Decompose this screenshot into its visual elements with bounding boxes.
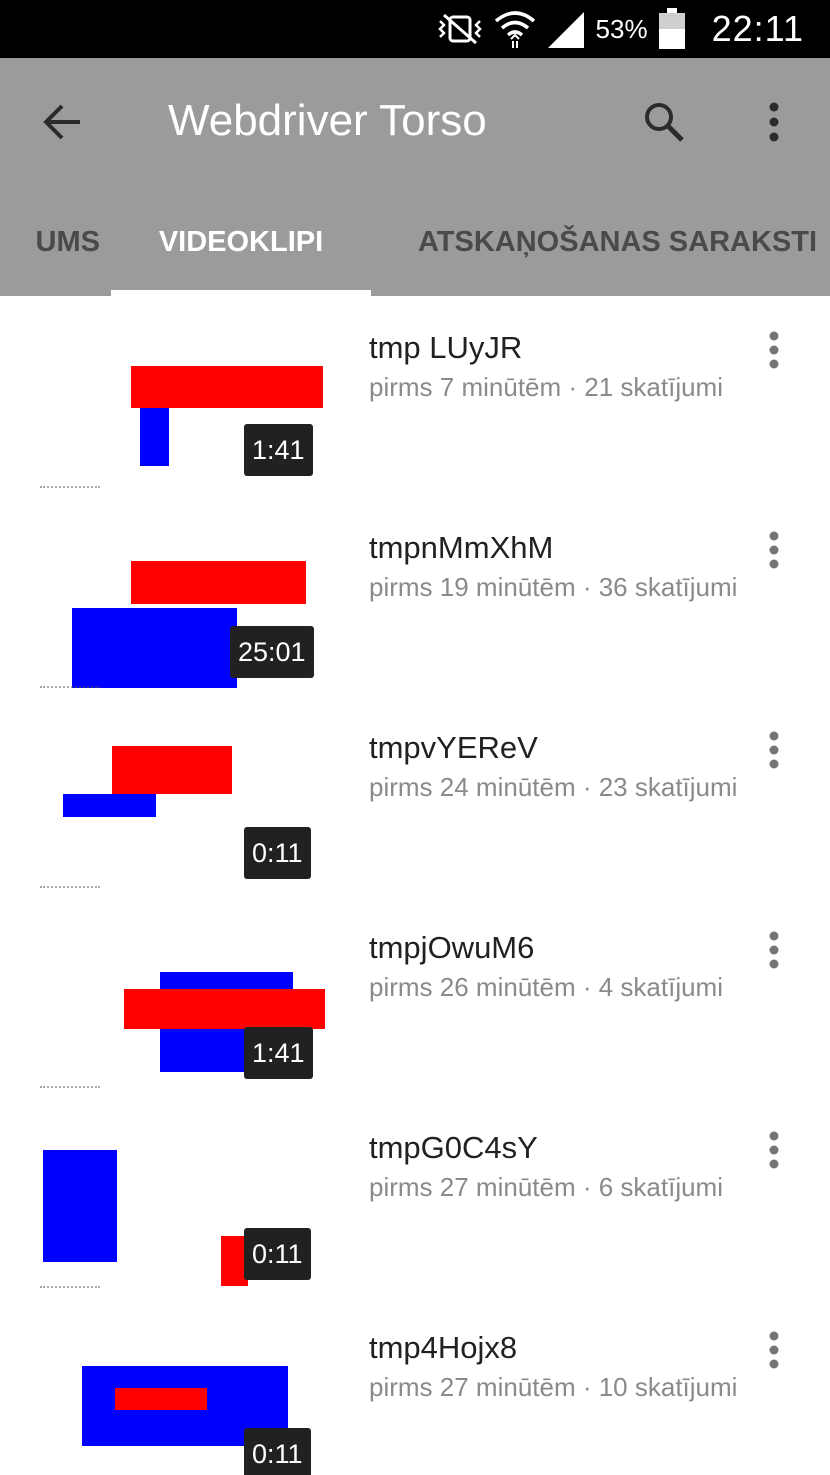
video-menu-button[interactable] xyxy=(754,1330,794,1374)
page-title: Webdriver Torso xyxy=(168,96,487,145)
video-title[interactable]: tmp4Hojx8 xyxy=(369,1330,517,1366)
thumb-caption xyxy=(40,886,100,890)
status-time: 22:11 xyxy=(711,8,804,49)
duration-badge: 0:11 xyxy=(244,1428,311,1475)
video-thumbnail[interactable]: 1:41 xyxy=(0,326,332,496)
thumb-red-rect xyxy=(124,989,325,1029)
thumb-blue-rect xyxy=(43,1150,117,1262)
app-bar: Webdriver Torso xyxy=(0,58,830,188)
video-item[interactable]: 25:01 tmpnMmXhM pirms 19 minūtēm · 36 sk… xyxy=(0,496,830,696)
tab-albums[interactable]: UMS xyxy=(0,188,100,296)
more-vert-icon xyxy=(769,731,779,774)
more-vert-icon xyxy=(769,931,779,974)
back-arrow-icon xyxy=(40,102,84,147)
video-title[interactable]: tmp LUyJR xyxy=(369,330,522,366)
tab-videos[interactable]: VIDEOKLIPI xyxy=(111,188,371,296)
video-meta: pirms 27 minūtēm · 6 skatījumi xyxy=(369,1172,723,1202)
video-title[interactable]: tmpnMmXhM xyxy=(369,530,553,566)
search-icon xyxy=(642,100,686,149)
video-menu-button[interactable] xyxy=(754,330,794,374)
search-button[interactable] xyxy=(632,92,696,156)
video-menu-button[interactable] xyxy=(754,930,794,974)
video-title[interactable]: tmpvYEReV xyxy=(369,730,538,766)
duration-badge: 0:11 xyxy=(244,827,311,879)
battery-icon xyxy=(658,8,686,50)
video-item[interactable]: 1:41 tmp LUyJR pirms 7 minūtēm · 21 skat… xyxy=(0,296,830,496)
video-meta: pirms 26 minūtēm · 4 skatījumi xyxy=(369,972,723,1002)
thumb-caption xyxy=(40,1086,100,1090)
video-thumbnail[interactable]: 0:11 xyxy=(0,1326,332,1475)
thumb-red-rect xyxy=(112,746,232,794)
tab-playlists[interactable]: ATSKAŅOŠANAS SARAKSTI xyxy=(418,188,830,296)
video-meta: pirms 24 minūtēm · 23 skatījumi xyxy=(369,772,738,802)
video-meta: pirms 19 minūtēm · 36 skatījumi xyxy=(369,572,738,602)
video-menu-button[interactable] xyxy=(754,530,794,574)
video-thumbnail[interactable]: 0:11 xyxy=(0,1126,332,1296)
vibrate-mute-icon xyxy=(436,11,484,47)
video-title[interactable]: tmpG0C4sY xyxy=(369,1130,538,1166)
video-item[interactable]: 1:41 tmpjOwuM6 pirms 26 minūtēm · 4 skat… xyxy=(0,896,830,1096)
video-thumbnail[interactable]: 1:41 xyxy=(0,926,332,1096)
thumb-red-rect xyxy=(131,366,323,408)
more-vert-icon xyxy=(769,531,779,574)
video-meta: pirms 7 minūtēm · 21 skatījumi xyxy=(369,372,723,402)
video-title[interactable]: tmpjOwuM6 xyxy=(369,930,534,966)
thumb-caption xyxy=(40,486,100,490)
battery-percent: 53% xyxy=(595,13,648,44)
status-bar: 53% 22:11 xyxy=(0,0,830,58)
duration-badge: 1:41 xyxy=(244,424,313,476)
signal-icon xyxy=(546,10,586,48)
back-button[interactable] xyxy=(30,92,94,156)
tab-bar: UMS VIDEOKLIPI ATSKAŅOŠANAS SARAKSTI xyxy=(0,188,830,296)
duration-badge: 1:41 xyxy=(244,1027,313,1079)
thumb-blue-rect xyxy=(63,794,156,817)
video-menu-button[interactable] xyxy=(754,730,794,774)
thumb-red-rect xyxy=(131,561,306,604)
more-vert-icon xyxy=(769,1331,779,1374)
video-item[interactable]: 0:11 tmpG0C4sY pirms 27 minūtēm · 6 skat… xyxy=(0,1096,830,1296)
thumb-caption xyxy=(40,1286,100,1290)
video-item[interactable]: 0:11 tmp4Hojx8 pirms 27 minūtēm · 10 ska… xyxy=(0,1296,830,1475)
more-vert-icon xyxy=(769,1131,779,1174)
thumb-caption xyxy=(40,686,100,690)
wifi-icon xyxy=(494,9,536,49)
video-thumbnail[interactable]: 0:11 xyxy=(0,726,332,896)
duration-badge: 25:01 xyxy=(230,626,314,678)
video-item[interactable]: 0:11 tmpvYEReV pirms 24 minūtēm · 23 ska… xyxy=(0,696,830,896)
more-vert-icon xyxy=(768,102,780,147)
more-options-button[interactable] xyxy=(742,92,806,156)
thumb-blue-rect xyxy=(140,408,169,466)
video-menu-button[interactable] xyxy=(754,1130,794,1174)
video-thumbnail[interactable]: 25:01 xyxy=(0,526,332,696)
thumb-red-rect xyxy=(115,1388,207,1410)
duration-badge: 0:11 xyxy=(244,1228,311,1280)
thumb-blue-rect xyxy=(72,608,237,688)
video-meta: pirms 27 minūtēm · 10 skatījumi xyxy=(369,1372,738,1402)
status-icons: 53% 22:11 xyxy=(436,0,804,58)
more-vert-icon xyxy=(769,331,779,374)
